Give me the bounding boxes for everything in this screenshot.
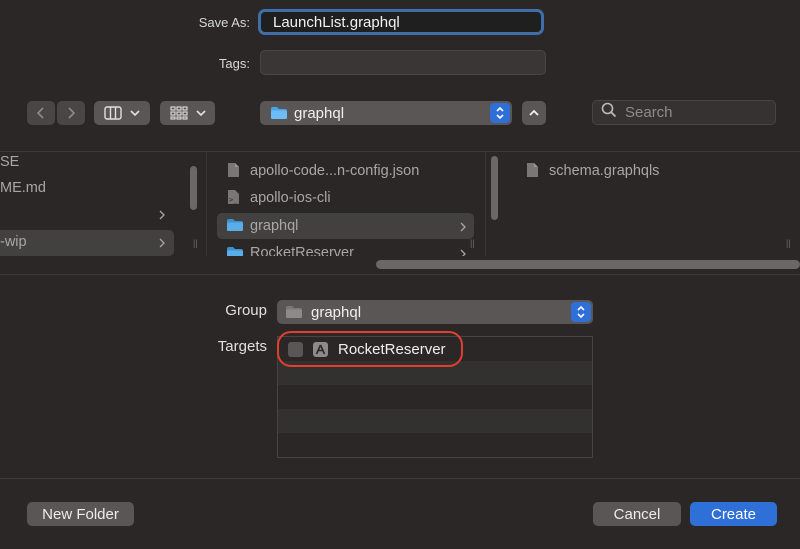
target-name: RocketReserver (338, 340, 446, 358)
column-resize-handle[interactable]: || (786, 238, 791, 248)
table-row (278, 385, 592, 409)
browser-column-2: apollo-code...n-config.json >_ apollo-io… (207, 152, 483, 256)
list-item[interactable]: schema.graphqls (522, 160, 782, 182)
app-icon (313, 341, 328, 357)
save-as-input[interactable]: LaunchList.graphql (258, 9, 544, 35)
list-item-label: graphql (250, 218, 299, 234)
list-item-label: ME.md (0, 180, 46, 196)
search-field[interactable]: Search (592, 100, 776, 125)
back-button[interactable] (27, 101, 55, 125)
document-icon (227, 162, 240, 182)
document-icon (526, 162, 539, 182)
target-row-rocketreserver[interactable]: RocketReserver (277, 331, 463, 367)
list-item-label: RocketReserver (250, 245, 354, 256)
list-item[interactable]: SE (0, 152, 175, 174)
columns-icon (104, 106, 122, 120)
group-stepper (571, 302, 591, 322)
list-item-label: apollo-ios-cli (250, 190, 331, 206)
group-popup[interactable]: graphql (277, 300, 593, 324)
footer-divider (0, 478, 800, 479)
tags-input[interactable] (260, 50, 546, 75)
list-item[interactable]: -wip (0, 230, 174, 256)
save-as-label: Save As: (198, 15, 250, 30)
chevron-left-icon (36, 106, 46, 120)
list-item[interactable]: >_ apollo-ios-cli (219, 187, 479, 209)
grid-icon (169, 106, 188, 120)
column-resize-handle[interactable]: || (193, 238, 198, 248)
column-divider (485, 152, 486, 256)
browser-column-1: SE ME.md -wip (0, 152, 182, 256)
cancel-button[interactable]: Cancel (593, 502, 681, 526)
chevron-right-icon (158, 209, 166, 225)
column-1-scrollbar[interactable] (190, 166, 197, 210)
chevron-right-icon (66, 106, 76, 120)
chevron-down-icon (130, 109, 140, 117)
svg-text:>_: >_ (229, 196, 238, 204)
chevron-up-icon (529, 109, 539, 117)
column-resize-handle[interactable]: || (470, 238, 475, 248)
folder-icon (226, 246, 244, 256)
folder-icon (270, 106, 288, 120)
list-item-label: SE (0, 154, 20, 170)
nav-buttons (27, 101, 85, 125)
list-item[interactable]: ME.md (0, 178, 175, 200)
group-label: Group (225, 302, 267, 319)
chevron-down-icon (195, 109, 206, 117)
folder-icon (226, 218, 244, 236)
new-folder-button[interactable]: New Folder (27, 502, 134, 526)
file-browser: SE ME.md -wip || apollo-code...n-config.… (0, 152, 800, 272)
chevron-right-icon (459, 248, 467, 256)
list-item[interactable]: graphql (217, 213, 474, 239)
list-item-label: schema.graphqls (549, 163, 660, 179)
search-placeholder: Search (625, 104, 673, 121)
search-icon (601, 102, 617, 123)
group-value: graphql (311, 303, 362, 321)
chevron-right-icon (158, 237, 166, 253)
targets-label: Targets (217, 338, 267, 355)
list-item[interactable]: RocketReserver (219, 242, 479, 256)
table-row (278, 409, 592, 433)
executable-icon: >_ (227, 189, 240, 209)
location-popup[interactable]: graphql (260, 101, 512, 125)
create-button[interactable]: Create (690, 502, 777, 526)
list-item-label: apollo-code...n-config.json (250, 163, 420, 179)
expand-collapse-button[interactable] (522, 101, 546, 125)
browser-column-3: schema.graphqls (500, 152, 790, 256)
horizontal-scrollbar[interactable] (376, 260, 800, 269)
list-item-label: -wip (0, 234, 27, 250)
target-checkbox[interactable] (288, 341, 303, 357)
list-item[interactable]: apollo-code...n-config.json (219, 160, 479, 182)
forward-button[interactable] (57, 101, 85, 125)
folder-icon (285, 305, 303, 319)
table-row (278, 433, 592, 457)
location-stepper (490, 103, 510, 123)
browser-bottom-divider (0, 274, 800, 275)
column-2-scrollbar[interactable] (491, 156, 498, 220)
tags-label: Tags: (218, 56, 250, 71)
group-view-button[interactable] (160, 101, 215, 125)
list-item[interactable] (0, 204, 175, 226)
chevron-right-icon (459, 221, 467, 237)
location-label: graphql (294, 104, 345, 122)
column-view-button[interactable] (94, 101, 150, 125)
